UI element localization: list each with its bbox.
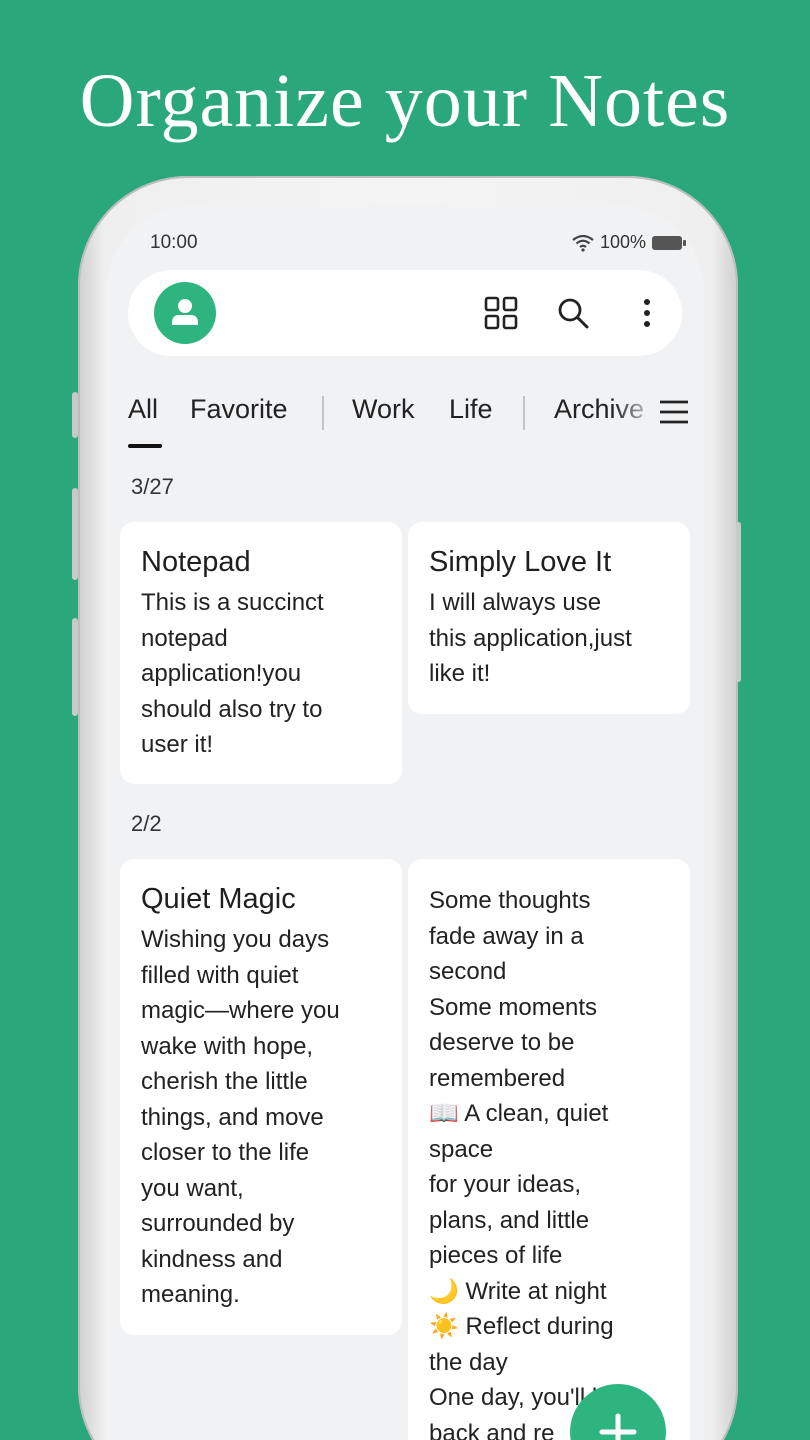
top-toolbar bbox=[128, 270, 682, 356]
phone-side-button bbox=[72, 392, 78, 438]
grid-view-button[interactable] bbox=[482, 294, 520, 332]
plus-icon bbox=[599, 1413, 637, 1440]
phone-screen: 10:00 100% All Favorite Work Life Archiv… bbox=[106, 206, 704, 1440]
note-card[interactable]: Notepad This is a succinct notepad appli… bbox=[120, 522, 402, 784]
note-body: I will always use this application,just … bbox=[429, 589, 632, 687]
tab-divider bbox=[322, 396, 324, 430]
note-card[interactable]: Quiet Magic Wishing you days filled with… bbox=[120, 859, 402, 1335]
tab-all[interactable]: All bbox=[128, 394, 158, 425]
phone-side-button bbox=[72, 488, 78, 580]
grid-view-icon bbox=[484, 296, 518, 330]
user-icon bbox=[172, 299, 198, 325]
wifi-icon bbox=[572, 234, 594, 252]
note-body: Wishing you days filled with quiet magic… bbox=[141, 926, 340, 1308]
note-body: Some thoughts fade away in a second Some… bbox=[429, 887, 636, 1440]
note-body: This is a succinct notepad application!y… bbox=[141, 589, 324, 758]
search-button[interactable] bbox=[554, 294, 592, 332]
date-group-label: 2/2 bbox=[131, 811, 162, 836]
tab-divider bbox=[523, 396, 525, 430]
add-note-button[interactable] bbox=[570, 1384, 666, 1440]
avatar[interactable] bbox=[154, 282, 216, 344]
headline: Organize your Notes bbox=[79, 59, 731, 143]
note-title: Notepad bbox=[141, 546, 251, 578]
tabs-fade bbox=[614, 394, 662, 434]
tab-favorite[interactable]: Favorite bbox=[190, 394, 288, 425]
note-title: Simply Love It bbox=[429, 546, 612, 578]
note-title: Quiet Magic bbox=[141, 883, 296, 915]
more-options-button[interactable] bbox=[628, 294, 666, 332]
search-icon bbox=[558, 298, 589, 329]
category-tabs: All Favorite Work Life Archive bbox=[106, 394, 704, 454]
more-vertical-icon bbox=[644, 299, 650, 327]
menu-icon[interactable] bbox=[658, 398, 690, 426]
battery-icon bbox=[652, 235, 686, 250]
note-card[interactable]: Simply Love It I will always use this ap… bbox=[408, 522, 690, 714]
phone-side-button bbox=[72, 618, 78, 716]
status-time: 10:00 bbox=[150, 232, 198, 253]
tab-life[interactable]: Life bbox=[449, 394, 493, 425]
tab-work[interactable]: Work bbox=[352, 394, 415, 425]
phone-side-button bbox=[736, 522, 741, 682]
date-group-label: 3/27 bbox=[131, 474, 174, 499]
status-bar: 10:00 100% bbox=[106, 228, 704, 256]
tab-active-indicator bbox=[128, 444, 162, 448]
note-card[interactable]: Some thoughts fade away in a second Some… bbox=[408, 859, 690, 1440]
battery-percent: 100% bbox=[599, 232, 646, 252]
